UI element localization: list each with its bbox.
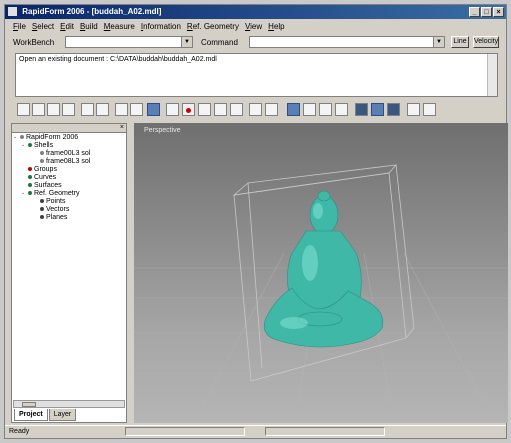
grid-icon[interactable] (230, 103, 243, 116)
velocity-button[interactable]: Velocity (473, 36, 499, 48)
node-icon (20, 135, 24, 140)
scene-svg (134, 164, 508, 423)
tree-node-planes[interactable]: Planes (14, 214, 90, 222)
menu-bar: File Select Edit Build Measure Informati… (5, 20, 506, 33)
node-icon (28, 191, 32, 196)
workbench-label: WorkBench (13, 38, 55, 47)
node-icon (40, 215, 44, 220)
print-icon[interactable] (130, 103, 143, 116)
pointer-icon[interactable] (166, 103, 179, 116)
tree-node-curves[interactable]: Curves (14, 174, 90, 182)
project-tree: - RapidForm 2006 - Shells frame00L3 sol fr… (14, 134, 90, 222)
menu-file[interactable]: File (13, 20, 26, 33)
tree-node-ref-geometry[interactable]: - Ref. Geometry (14, 190, 90, 198)
main-window: RapidForm 2006 - [buddah_A02.mdl] _ □ × … (4, 4, 508, 439)
render-icon[interactable] (355, 103, 368, 116)
chevron-down-icon[interactable]: ▼ (433, 37, 444, 47)
panel-tabs: Project Layer (14, 409, 77, 421)
app-icon (8, 7, 17, 16)
tree-node-groups[interactable]: Groups (14, 166, 90, 174)
open-icon[interactable] (32, 103, 45, 116)
top-view-icon[interactable] (335, 103, 348, 116)
title-bar[interactable]: RapidForm 2006 - [buddah_A02.mdl] _ □ × (5, 5, 506, 19)
tree-node-root[interactable]: - RapidForm 2006 (14, 134, 90, 142)
command-label: Command (201, 38, 238, 47)
node-icon (28, 183, 32, 188)
tree-node-vectors[interactable]: Vectors (14, 206, 90, 214)
node-icon (40, 159, 44, 164)
document-icon[interactable] (62, 103, 75, 116)
import-icon[interactable] (81, 103, 94, 116)
layer-icon[interactable] (249, 103, 262, 116)
tree-node-points[interactable]: Points (14, 198, 90, 206)
status-bar: Ready (5, 425, 506, 438)
shade-icon[interactable] (371, 103, 384, 116)
tree-node-shell-2[interactable]: frame08L3 sol (14, 158, 90, 166)
light-icon[interactable] (407, 103, 420, 116)
side-view-icon[interactable] (319, 103, 332, 116)
save-icon[interactable] (47, 103, 60, 116)
menu-edit[interactable]: Edit (60, 20, 74, 33)
workbench-combo[interactable]: ▼ (65, 36, 193, 48)
node-icon (28, 175, 32, 180)
3d-viewport[interactable]: Perspective (134, 123, 508, 423)
menu-measure[interactable]: Measure (104, 20, 135, 33)
close-icon[interactable]: × (120, 124, 124, 132)
node-icon (28, 143, 32, 148)
window-title: RapidForm 2006 - [buddah_A02.mdl] (22, 7, 162, 16)
menu-build[interactable]: Build (80, 20, 98, 33)
wireframe-icon[interactable] (387, 103, 400, 116)
command-combo[interactable]: ▼ (249, 36, 445, 48)
tree-node-surfaces[interactable]: Surfaces (14, 182, 90, 190)
tree-node-shell-1[interactable]: frame00L3 sol (14, 150, 90, 158)
minimize-button[interactable]: _ (469, 7, 480, 17)
display-icon[interactable] (287, 103, 300, 116)
panel-header: × (12, 124, 126, 133)
window-icon[interactable] (147, 103, 160, 116)
front-view-icon[interactable] (303, 103, 316, 116)
main-toolbar (11, 101, 500, 119)
output-message: Open an existing document : C:\DATA\budd… (19, 56, 217, 63)
output-scrollbar[interactable] (487, 54, 497, 96)
export-icon[interactable] (96, 103, 109, 116)
status-cell (125, 427, 245, 436)
tab-project[interactable]: Project (14, 409, 48, 421)
select-icon[interactable] (198, 103, 211, 116)
status-text: Ready (9, 428, 30, 435)
maximize-button[interactable]: □ (481, 7, 492, 17)
new-icon[interactable] (17, 103, 30, 116)
menu-information[interactable]: Information (141, 20, 181, 33)
tab-layer[interactable]: Layer (48, 409, 77, 421)
output-window[interactable]: Open an existing document : C:\DATA\budd… (15, 53, 498, 97)
status-cell (265, 427, 385, 436)
project-panel: × - RapidForm 2006 - Shells frame00L3 sol … (11, 123, 127, 423)
camera-icon[interactable] (423, 103, 436, 116)
cut-icon[interactable] (115, 103, 128, 116)
record-icon[interactable] (182, 103, 195, 116)
tree-scrollbar[interactable] (13, 400, 125, 408)
view-icon[interactable] (265, 103, 278, 116)
menu-help[interactable]: Help (268, 20, 284, 33)
scrollbar-thumb[interactable] (22, 402, 36, 407)
node-icon (28, 167, 32, 172)
node-icon (40, 151, 44, 156)
close-button[interactable]: × (493, 7, 504, 17)
node-icon (40, 199, 44, 204)
menu-view[interactable]: View (245, 20, 262, 33)
chevron-down-icon[interactable]: ▼ (181, 37, 192, 47)
node-icon (40, 207, 44, 212)
tree-node-shells[interactable]: - Shells (14, 142, 90, 150)
line-button[interactable]: Line (451, 36, 469, 48)
menu-select[interactable]: Select (32, 20, 54, 33)
command-row: WorkBench ▼ Command ▼ Line Velocity (11, 35, 500, 51)
menu-ref-geometry[interactable]: Ref. Geometry (187, 20, 239, 33)
frame-icon[interactable] (214, 103, 227, 116)
